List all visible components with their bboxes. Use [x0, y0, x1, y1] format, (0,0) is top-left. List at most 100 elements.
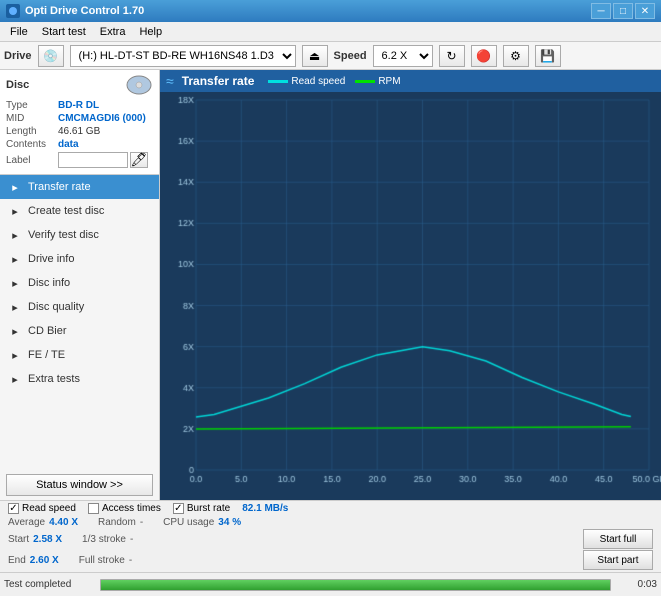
- random-stat: Random -: [98, 517, 143, 528]
- refresh-button[interactable]: ↻: [439, 45, 465, 67]
- nav-item-verify-test-disc[interactable]: ▸Verify test disc: [0, 223, 159, 247]
- stats-bar: ✓ Read speed Access times ✓ Burst rate 8…: [0, 500, 661, 572]
- menu-file[interactable]: File: [4, 25, 34, 39]
- mid-value: CMCMAGDI6 (000): [58, 113, 146, 124]
- minimize-button[interactable]: ─: [591, 3, 611, 19]
- end-label: End: [8, 555, 26, 566]
- menu-start-test[interactable]: Start test: [36, 25, 92, 39]
- close-button[interactable]: ✕: [635, 3, 655, 19]
- stroke13-value: -: [130, 534, 133, 545]
- cpu-label: CPU usage: [163, 517, 214, 528]
- stats-row-3: End 2.60 X Full stroke -: [8, 555, 573, 566]
- type-value: BD-R DL: [58, 100, 99, 111]
- nav-item-drive-info[interactable]: ▸Drive info: [0, 247, 159, 271]
- chart-header: ≈ Transfer rate Read speed RPM: [160, 70, 661, 92]
- full-stroke-value: -: [129, 555, 132, 566]
- menu-help[interactable]: Help: [133, 25, 168, 39]
- settings-button2[interactable]: ⚙: [503, 45, 529, 67]
- access-times-checkbox[interactable]: Access times: [88, 503, 161, 514]
- nav-label-extra-tests: Extra tests: [28, 373, 80, 385]
- start-stat: Start 2.58 X: [8, 534, 62, 545]
- transfer-chart: [160, 92, 661, 500]
- sidebar: Disc Type BD-R DL MID CMCMAGDI6 (000) Le…: [0, 70, 160, 500]
- menu-extra[interactable]: Extra: [94, 25, 132, 39]
- nav-label-transfer-rate: Transfer rate: [28, 181, 91, 193]
- stats-row-2: Start 2.58 X 1/3 stroke -: [8, 534, 573, 545]
- drive-toolbar: Drive 💿 (H:) HL-DT-ST BD-RE WH16NS48 1.D…: [0, 42, 661, 70]
- nav-label-disc-info: Disc info: [28, 277, 70, 289]
- nav-label-disc-quality: Disc quality: [28, 301, 84, 313]
- label-input[interactable]: [58, 152, 128, 168]
- status-time: 0:03: [617, 579, 657, 590]
- stats-row-1: Average 4.40 X Random - CPU usage 34 %: [8, 517, 653, 528]
- mid-label: MID: [6, 113, 58, 124]
- drive-label: Drive: [4, 50, 32, 62]
- nav-item-create-test-disc[interactable]: ▸Create test disc: [0, 199, 159, 223]
- access-times-cb-label: Access times: [102, 503, 161, 514]
- nav-item-fe-te[interactable]: ▸ FE / TE: [0, 343, 159, 367]
- eject-button[interactable]: ⏏: [302, 45, 328, 67]
- drive-icon-button[interactable]: 💿: [38, 45, 64, 67]
- stats-checkboxes: ✓ Read speed Access times ✓ Burst rate 8…: [8, 503, 653, 514]
- type-label: Type: [6, 100, 58, 111]
- contents-label: Contents: [6, 139, 58, 150]
- length-value: 46.61 GB: [58, 126, 100, 137]
- nav-item-disc-info[interactable]: ▸Disc info: [0, 271, 159, 295]
- progress-fill: [101, 580, 610, 590]
- contents-value: data: [58, 139, 79, 150]
- nav-list: ▸Transfer rate▸Create test disc▸Verify t…: [0, 175, 159, 470]
- nav-icon-create-test-disc: ▸: [8, 204, 22, 218]
- end-stat: End 2.60 X: [8, 555, 59, 566]
- stroke13-stat: 1/3 stroke -: [82, 534, 133, 545]
- legend-read-dot: [268, 80, 288, 83]
- start-value: 2.58 X: [33, 534, 62, 545]
- nav-icon-disc-quality: ▸: [8, 300, 22, 314]
- nav-icon-fe-te: ▸: [8, 348, 22, 362]
- nav-icon-cd-bier: ▸: [8, 324, 22, 338]
- full-stroke-label: Full stroke: [79, 555, 125, 566]
- status-text: Test completed: [4, 579, 94, 590]
- read-speed-checkbox[interactable]: ✓ Read speed: [8, 503, 76, 514]
- app-title: Opti Drive Control 1.70: [25, 5, 144, 17]
- chart-area: ≈ Transfer rate Read speed RPM: [160, 70, 661, 500]
- save-button[interactable]: 💾: [535, 45, 561, 67]
- average-value: 4.40 X: [49, 517, 78, 528]
- burst-rate-checkbox[interactable]: ✓ Burst rate: [173, 503, 230, 514]
- chart-title: Transfer rate: [182, 74, 255, 88]
- chart-icon: ≈: [166, 73, 174, 89]
- app-icon: [6, 4, 20, 18]
- start-label: Start: [8, 534, 29, 545]
- menu-bar: File Start test Extra Help: [0, 22, 661, 42]
- chart-legend: Read speed RPM: [268, 76, 400, 87]
- nav-label-fe-te: FE / TE: [28, 349, 65, 361]
- nav-item-extra-tests[interactable]: ▸Extra tests: [0, 367, 159, 391]
- legend-read-speed: Read speed: [268, 76, 345, 87]
- nav-label-drive-info: Drive info: [28, 253, 74, 265]
- stroke13-label: 1/3 stroke: [82, 534, 126, 545]
- label-edit-button[interactable]: 🖊: [130, 152, 148, 168]
- cpu-value: 34 %: [218, 517, 241, 528]
- speed-label: Speed: [334, 50, 367, 62]
- cpu-stat: CPU usage 34 %: [163, 517, 241, 528]
- nav-item-transfer-rate[interactable]: ▸Transfer rate: [0, 175, 159, 199]
- status-bar: Test completed 0:03: [0, 572, 661, 596]
- burst-rate-cb-label: Burst rate: [187, 503, 230, 514]
- legend-rpm: RPM: [355, 76, 400, 87]
- nav-item-cd-bier[interactable]: ▸CD Bier: [0, 319, 159, 343]
- random-value: -: [140, 517, 143, 528]
- progress-bar: [100, 579, 611, 591]
- nav-item-disc-quality[interactable]: ▸ Disc quality: [0, 295, 159, 319]
- start-full-button[interactable]: Start full: [583, 529, 653, 549]
- speed-select[interactable]: 6.2 X: [373, 45, 433, 67]
- status-window-button[interactable]: Status window >>: [6, 474, 153, 496]
- end-value: 2.60 X: [30, 555, 59, 566]
- maximize-button[interactable]: □: [613, 3, 633, 19]
- settings-button1[interactable]: 🔴: [471, 45, 497, 67]
- nav-label-verify-test-disc: Verify test disc: [28, 229, 99, 241]
- chart-canvas-container: [160, 92, 661, 500]
- legend-rpm-label: RPM: [378, 76, 400, 87]
- random-label: Random: [98, 517, 136, 528]
- start-part-button[interactable]: Start part: [583, 550, 653, 570]
- drive-select[interactable]: (H:) HL-DT-ST BD-RE WH16NS48 1.D3: [70, 45, 296, 67]
- disc-panel-title: Disc: [6, 79, 29, 91]
